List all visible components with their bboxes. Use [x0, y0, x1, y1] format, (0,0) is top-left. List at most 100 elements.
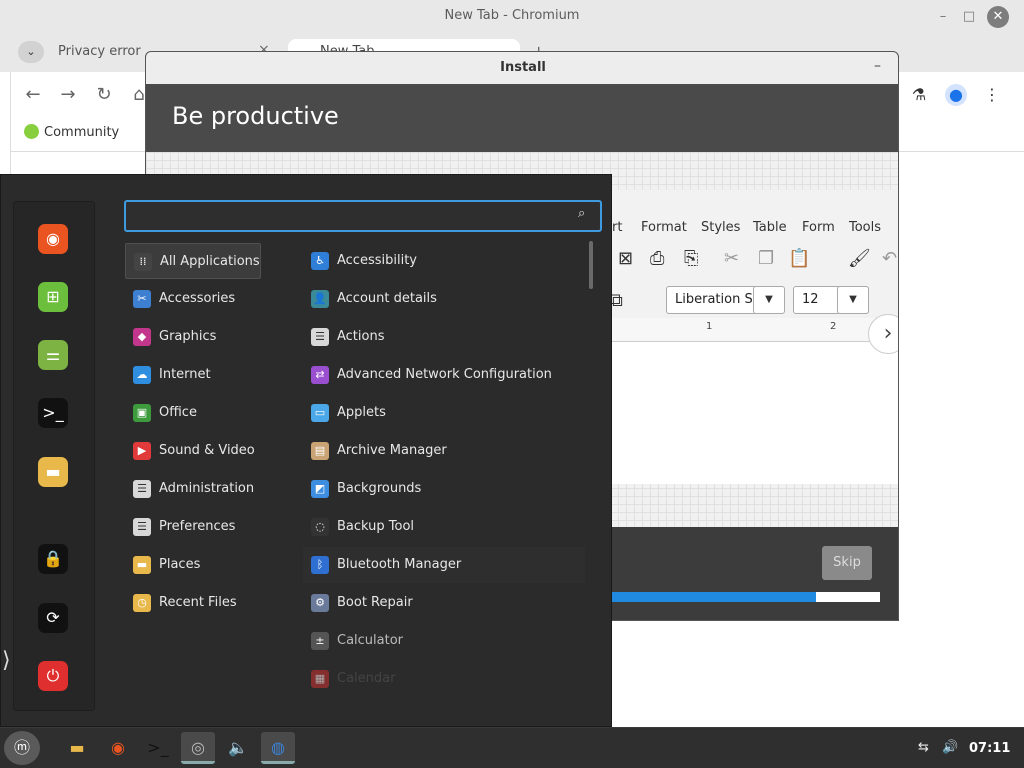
app-boot-repair[interactable]: ⚙ Boot Repair — [303, 585, 585, 621]
writer-menu-tools: Tools — [849, 220, 882, 235]
print-preview-icon: ⎘ — [684, 248, 699, 269]
preferences-icon: ☰ — [133, 518, 151, 536]
actions-icon: ☰ — [311, 328, 329, 346]
category-administration[interactable]: ☰ Administration — [125, 471, 261, 507]
volume-icon[interactable]: 🔊 — [942, 740, 958, 755]
category-sound-video[interactable]: ▶ Sound & Video — [125, 433, 261, 469]
font-name-dropdown-icon: ▼ — [753, 286, 785, 314]
category-office[interactable]: ▣ Office — [125, 395, 261, 431]
app-bluetooth-manager[interactable]: ᛒ Bluetooth Manager — [303, 547, 585, 583]
category-accessories[interactable]: ✂ Accessories — [125, 281, 261, 317]
category-recent-files[interactable]: ◷ Recent Files — [125, 585, 261, 621]
logout-icon[interactable]: ⟳ — [38, 603, 68, 633]
maximize-icon[interactable]: □ — [960, 8, 978, 26]
folder-icon: ▬ — [133, 556, 151, 574]
category-label: Internet — [159, 367, 211, 382]
category-internet[interactable]: ☁ Internet — [125, 357, 261, 393]
play-icon: ▶ — [133, 442, 151, 460]
back-icon[interactable]: ← — [22, 84, 44, 105]
category-label: Graphics — [159, 329, 217, 344]
bluetooth-icon: ᛒ — [311, 556, 329, 574]
app-label: Accessibility — [337, 253, 417, 268]
app-calculator[interactable]: ± Calculator — [303, 623, 585, 659]
graphics-icon: ◆ — [133, 328, 151, 346]
undo-icon: ↶ — [882, 248, 898, 269]
app-advanced-network-configuration[interactable]: ⇄ Advanced Network Configuration — [303, 357, 585, 393]
network-icon[interactable]: ⊞ — [38, 282, 68, 312]
firefox-icon[interactable]: ◉ — [38, 224, 68, 254]
app-archive-manager[interactable]: ▤ Archive Manager — [303, 433, 585, 469]
category-label: Accessories — [159, 291, 236, 306]
category-preferences[interactable]: ☰ Preferences — [125, 509, 261, 545]
app-accessibility[interactable]: ♿ Accessibility — [303, 243, 585, 279]
power-icon[interactable]: ⏻ — [38, 661, 68, 691]
category-label: Administration — [159, 481, 255, 496]
installer-taskbar-icon[interactable]: ◎ — [181, 732, 215, 764]
writer-menu-table: Table — [753, 220, 787, 235]
clock[interactable]: 07:11 — [969, 741, 1010, 756]
category-all-applications[interactable]: ⁞⁞ All Applications — [125, 243, 261, 279]
scissors-icon: ✂ — [133, 290, 151, 308]
profile-icon[interactable]: ● — [945, 84, 967, 106]
close-icon[interactable]: ✕ — [987, 6, 1009, 28]
app-backup-tool[interactable]: ◌ Backup Tool — [303, 509, 585, 545]
network-disconnected-icon[interactable]: ⇆ — [918, 740, 929, 755]
app-label: Backgrounds — [337, 481, 422, 496]
cut-icon: ✂ — [724, 248, 740, 269]
app-label: Bluetooth Manager — [337, 557, 462, 572]
terminal-taskbar-icon[interactable]: >_ — [141, 732, 175, 764]
app-account-details[interactable]: 👤 Account details — [303, 281, 585, 317]
calculator-icon: ± — [311, 632, 329, 650]
grid-icon: ⁞⁞ — [134, 253, 152, 271]
app-actions[interactable]: ☰ Actions — [303, 319, 585, 355]
writer-page — [612, 358, 898, 470]
print-icon: ⎙ — [650, 248, 665, 269]
category-label: Recent Files — [159, 595, 237, 610]
category-label: Preferences — [159, 519, 236, 534]
files-taskbar-icon[interactable]: ▬ — [60, 732, 94, 764]
app-applets[interactable]: ▭ Applets — [303, 395, 585, 431]
category-label: Places — [159, 557, 201, 572]
sound-taskbar-icon[interactable]: 🔈 — [221, 732, 255, 764]
kebab-menu-icon[interactable]: ⋮ — [981, 84, 1003, 106]
tab-privacy-error[interactable]: Privacy error — [58, 44, 141, 59]
app-label: Calendar — [337, 671, 396, 686]
app-label: Boot Repair — [337, 595, 413, 610]
app-backgrounds[interactable]: ◩ Backgrounds — [303, 471, 585, 507]
chromium-taskbar-icon[interactable]: ◍ — [261, 732, 295, 764]
category-label: All Applications — [160, 254, 260, 269]
minimize-icon[interactable]: – — [934, 8, 952, 26]
folder-icon[interactable]: ▬ — [38, 457, 68, 487]
tab-search-button[interactable]: ⌄ — [18, 41, 44, 63]
bookmark-community[interactable]: Community — [44, 125, 119, 140]
forward-icon[interactable]: → — [57, 84, 79, 105]
terminal-icon[interactable]: >_ — [38, 398, 68, 428]
applets-icon: ▭ — [311, 404, 329, 422]
app-calendar[interactable]: ▦ Calendar — [303, 661, 585, 697]
labs-flask-icon[interactable]: ⚗ — [908, 84, 930, 106]
install-heading: Be productive — [172, 102, 339, 130]
category-label: Sound & Video — [159, 443, 255, 458]
search-icon: ⌕ — [578, 206, 586, 221]
export-pdf-icon: ⊠ — [618, 248, 634, 269]
reload-icon[interactable]: ↻ — [93, 84, 115, 105]
firefox-taskbar-icon[interactable]: ◉ — [101, 732, 135, 764]
install-minimize-icon[interactable]: – — [874, 58, 881, 74]
writer-preview: ert Format Styles Table Form Tools ⊠ ⎙ ⎘… — [604, 190, 898, 484]
settings-toggle-icon[interactable]: ⚌ — [38, 340, 68, 370]
app-label: Account details — [337, 291, 437, 306]
lock-icon[interactable]: 🔒 — [38, 544, 68, 574]
recent-folder-icon: ◷ — [133, 594, 151, 612]
taskbar: ⓜ ▬ ◉ >_ ◎ 🔈 ◍ ⇆ 🔊 07:11 — [0, 727, 1024, 768]
app-label: Backup Tool — [337, 519, 415, 534]
skip-button[interactable]: Skip — [822, 546, 872, 580]
category-places[interactable]: ▬ Places — [125, 547, 261, 583]
apps-scrollbar[interactable] — [589, 241, 593, 289]
admin-icon: ☰ — [133, 480, 151, 498]
mint-menu-button[interactable]: ⓜ — [4, 731, 40, 765]
network-config-icon: ⇄ — [311, 366, 329, 384]
paste-icon: 📋 — [788, 248, 811, 269]
category-graphics[interactable]: ◆ Graphics — [125, 319, 261, 355]
writer-menu-form: Form — [802, 220, 835, 235]
search-input[interactable] — [124, 200, 602, 232]
